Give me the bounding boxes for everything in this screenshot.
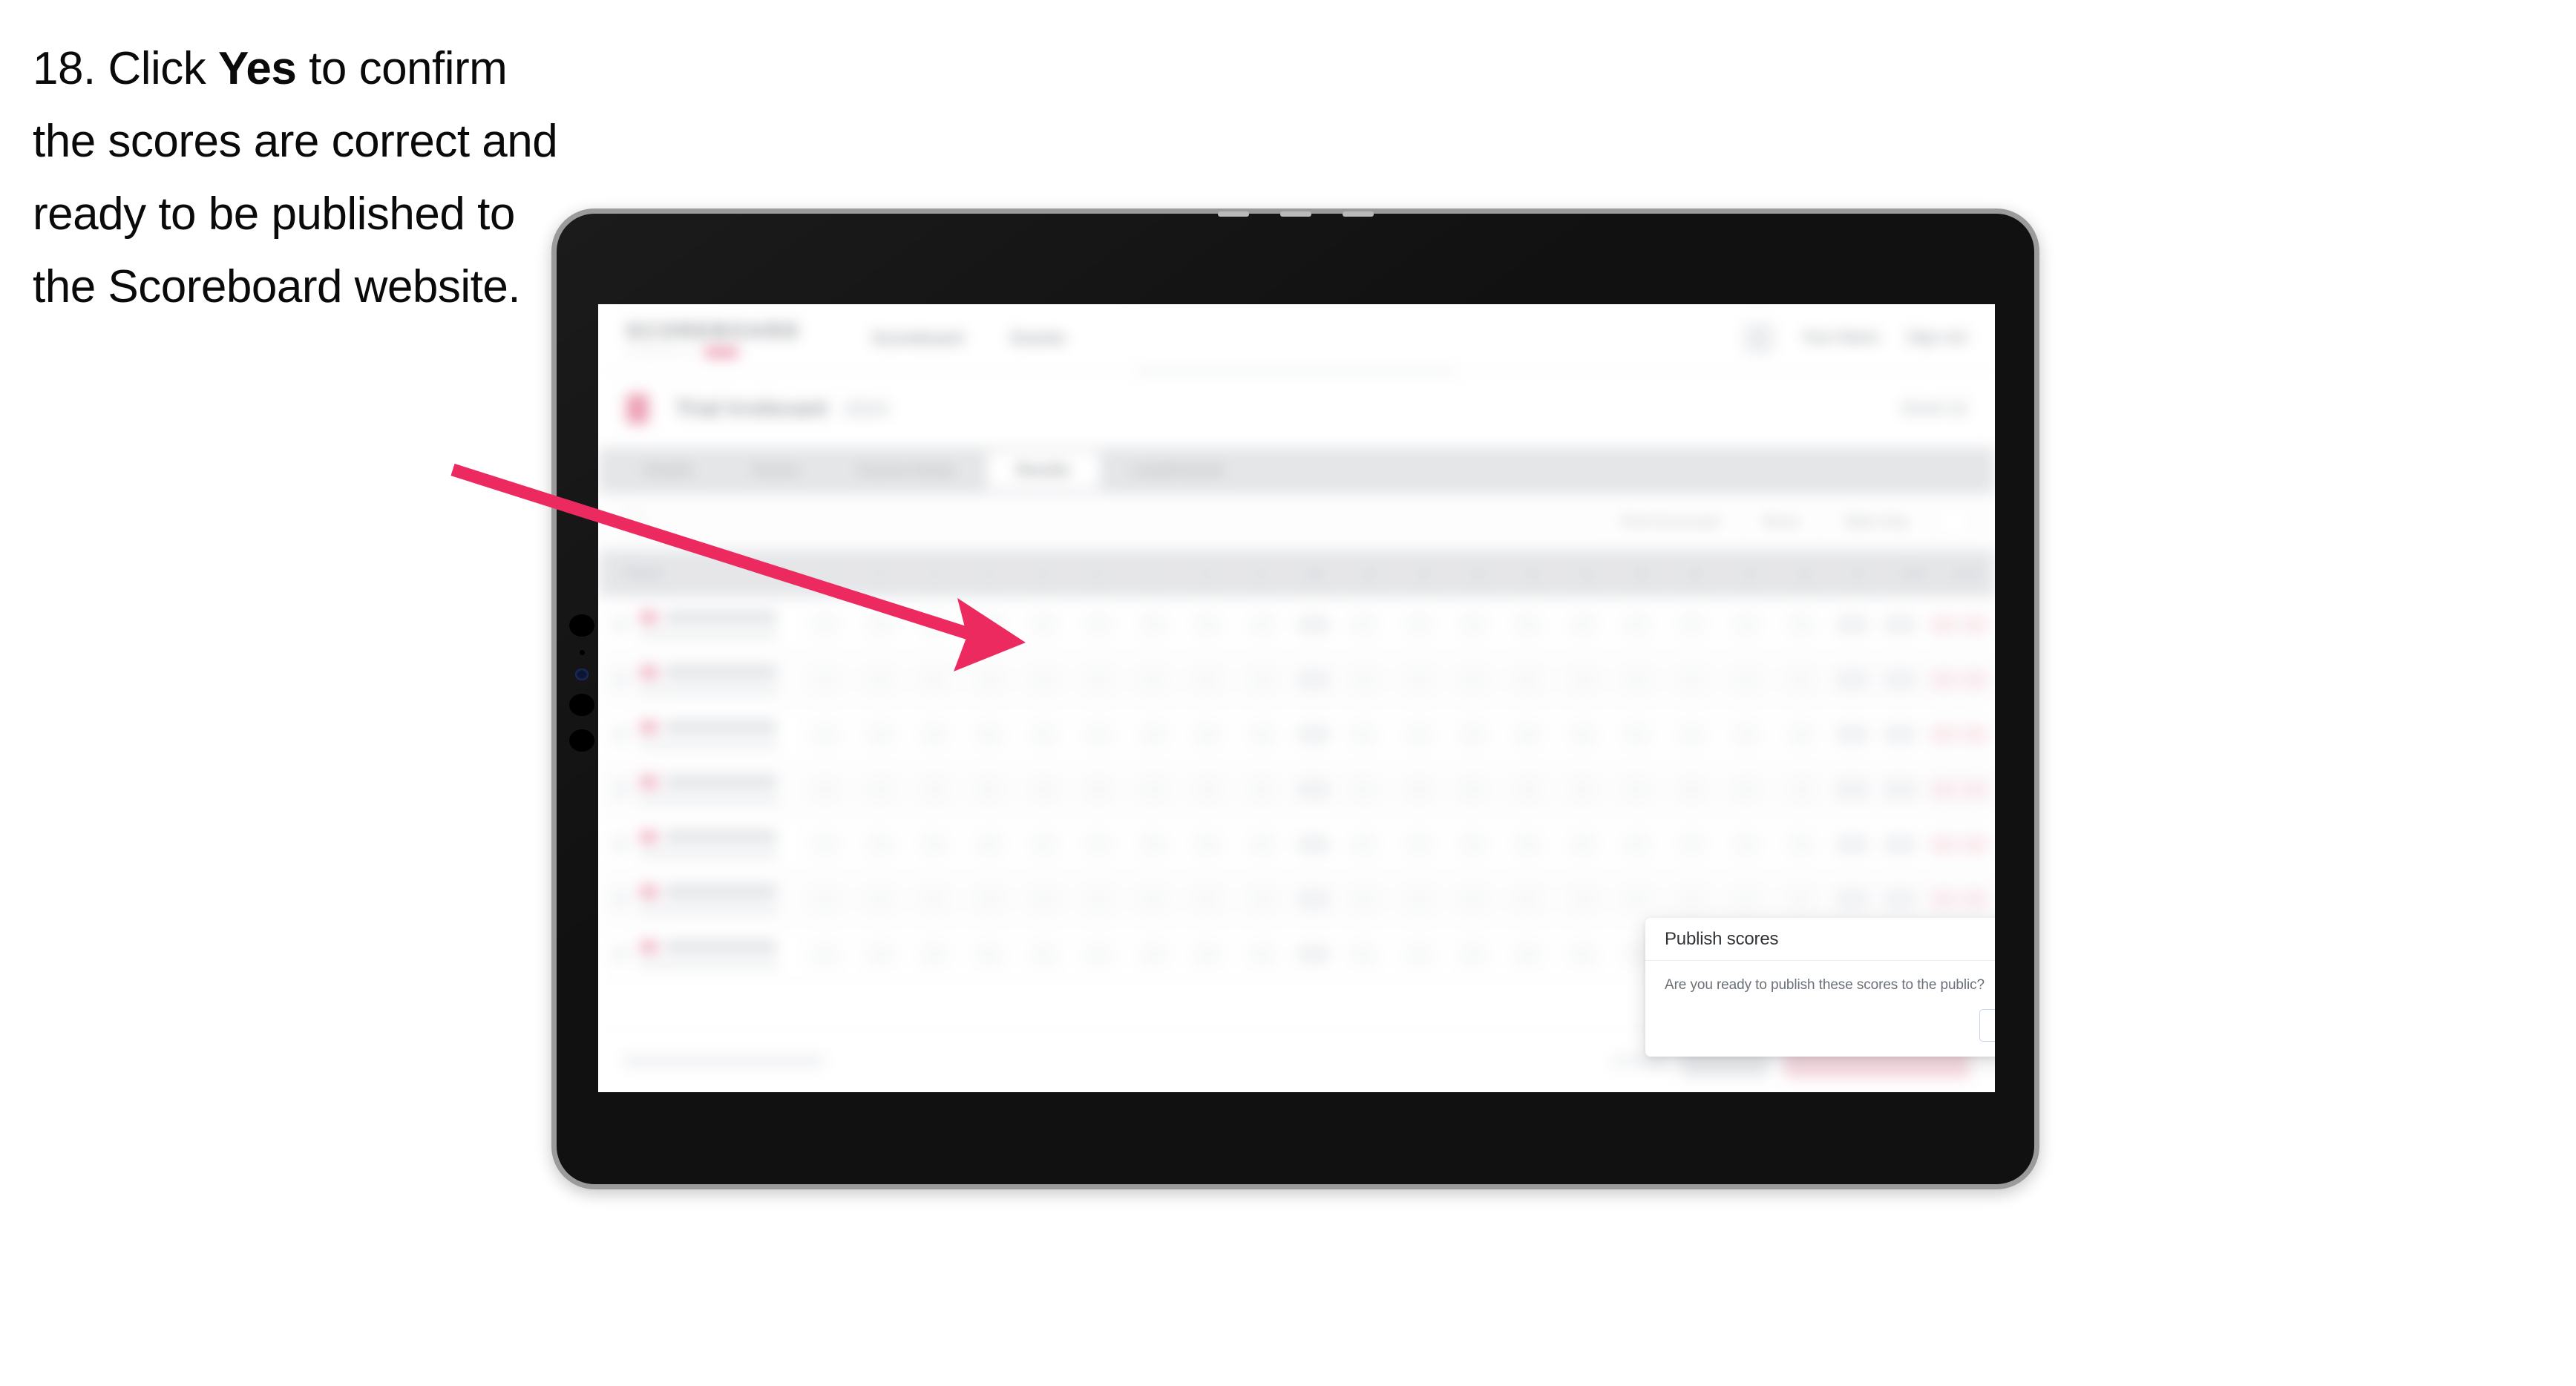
publish-scores-dialog: Publish scores Are you ready to publish … xyxy=(1645,918,1995,1057)
speaker-grille-right xyxy=(1342,211,1374,217)
camera-cluster xyxy=(567,614,597,752)
caption-emphasis-yes: Yes xyxy=(218,43,297,94)
microphone-dot-icon xyxy=(579,650,585,655)
top-edge-sensors xyxy=(1217,211,1374,217)
speaker-grille-left xyxy=(1217,211,1249,217)
camera-lens-secondary-icon xyxy=(569,694,594,716)
dialog-header: Publish scores xyxy=(1645,918,1995,961)
flash-led-icon xyxy=(575,669,589,680)
dialog-actions: Cancel Yes xyxy=(1979,1009,1995,1042)
tablet-screen: SCOREBOARD POWERED BY Scoreboard Events … xyxy=(598,304,1995,1092)
caption-step-number: 18. xyxy=(33,43,96,94)
tablet-device: SCOREBOARD POWERED BY Scoreboard Events … xyxy=(551,208,2039,1189)
caption-text-before: Click xyxy=(108,43,218,94)
instruction-caption: 18. Click Yes to confirm the scores are … xyxy=(33,33,567,323)
dialog-title: Publish scores xyxy=(1665,928,1779,949)
cancel-button[interactable]: Cancel xyxy=(1979,1009,1995,1042)
camera-lens-tertiary-icon xyxy=(569,729,594,752)
camera-lens-icon xyxy=(569,614,594,637)
speaker-grille-mid xyxy=(1279,211,1311,217)
dialog-message: Are you ready to publish these scores to… xyxy=(1665,977,1985,993)
